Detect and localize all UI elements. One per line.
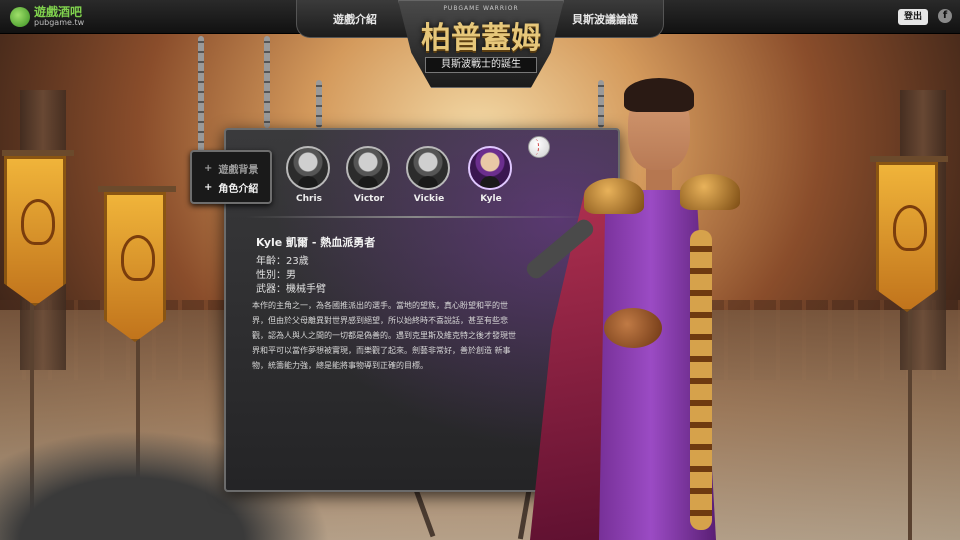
side-menu: + 遊戲背景 + 角色介紹	[190, 150, 272, 204]
hero-gold-studs	[690, 230, 712, 530]
baseball-glove	[604, 308, 662, 348]
character-weapon: 武器：機械手臂	[256, 284, 326, 295]
character-gender: 性別：男	[256, 270, 296, 281]
nav-baseball-discussion[interactable]: 貝斯波議論證	[546, 0, 664, 38]
logo-text: 遊戲酒吧	[34, 5, 83, 19]
menu-item-label: 角色介紹	[218, 184, 259, 195]
hanging-chain	[264, 36, 270, 128]
character-name: Victor	[353, 194, 385, 204]
title-eyebrow: PUBGAME WARRIOR	[443, 5, 519, 12]
banner-rod-left	[2, 150, 74, 156]
character-heading: Kyle 凱爾 - 熱血派勇者	[256, 236, 376, 249]
logout-button[interactable]: 登出	[898, 9, 928, 25]
banner-rod-right	[870, 156, 948, 162]
hero-shoulder-armor	[584, 178, 644, 214]
menu-item-label: 遊戲背景	[218, 165, 259, 176]
character-age: 年齡：23歲	[256, 256, 309, 267]
banner-rod-left-2	[98, 186, 176, 192]
game-title: 柏普蓋姆	[421, 21, 541, 56]
hanging-chain	[316, 80, 322, 128]
character-chris[interactable]: Chris	[286, 146, 332, 204]
hero-hair	[624, 78, 694, 112]
banner-flag-left	[4, 156, 66, 306]
character-kyle[interactable]: Kyle	[468, 146, 514, 204]
plus-icon: +	[204, 163, 213, 174]
hero-shoulder-armor	[680, 174, 740, 210]
avatar	[406, 146, 450, 190]
site-logo[interactable]: 遊戲酒吧 pubgame.tw	[10, 6, 84, 27]
character-victor[interactable]: Victor	[346, 146, 392, 204]
game-subtitle: 貝斯波戰士的誕生	[425, 57, 537, 73]
pubgame-logo-icon	[10, 6, 30, 27]
menu-item-game-background[interactable]: + 遊戲背景	[204, 161, 258, 176]
avatar	[468, 146, 512, 190]
nav-game-intro[interactable]: 遊戲介紹	[296, 0, 414, 38]
character-vickie[interactable]: Vickie	[406, 146, 452, 204]
plus-icon: +	[204, 182, 213, 193]
kyle-illustration	[520, 60, 770, 540]
character-name: Vickie	[413, 194, 445, 204]
avatar	[286, 146, 330, 190]
banner-flag-right	[876, 162, 938, 312]
character-name: Kyle	[480, 194, 502, 204]
menu-item-character-intro[interactable]: + 角色介紹	[204, 180, 258, 195]
character-name: Chris	[296, 194, 322, 204]
avatar	[346, 146, 390, 190]
hanging-chain	[198, 36, 204, 156]
facebook-icon[interactable]: f	[938, 9, 952, 23]
character-bio: 本作的主角之一，為各國推派出的選手。當地的望族，真心盼望和平的世界，但由於父母離…	[252, 301, 516, 370]
logo-subtext: pubgame.tw	[34, 18, 85, 27]
banner-flag-left-2	[104, 192, 166, 342]
